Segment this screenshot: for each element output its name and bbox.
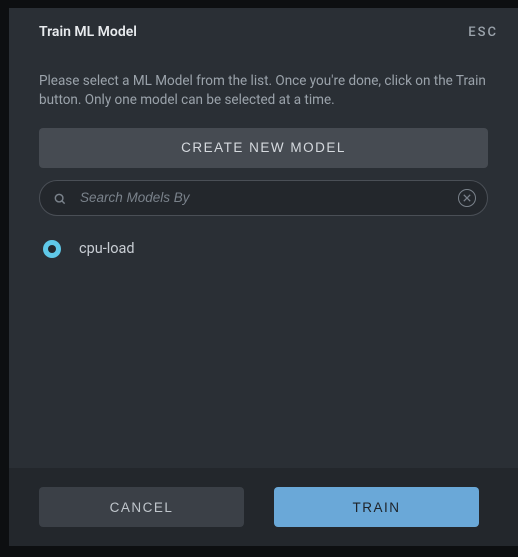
search-icon (53, 191, 67, 205)
esc-button[interactable]: ESC (468, 25, 498, 40)
model-label: cpu-load (79, 240, 135, 257)
model-item-cpu-load[interactable]: cpu-load (39, 236, 488, 262)
modal-body: Please select a ML Model from the list. … (9, 56, 518, 468)
clear-search-icon[interactable] (458, 189, 476, 207)
create-new-model-button[interactable]: CREATE NEW MODEL (39, 128, 488, 168)
cancel-button[interactable]: CANCEL (39, 487, 244, 527)
train-button[interactable]: TRAIN (274, 487, 479, 527)
modal-footer: CANCEL TRAIN (9, 468, 518, 546)
model-list: cpu-load (39, 236, 488, 458)
radio-selected-icon[interactable] (43, 240, 61, 258)
search-container (39, 180, 488, 216)
search-input[interactable] (39, 180, 488, 216)
modal-description: Please select a ML Model from the list. … (39, 72, 488, 110)
modal-title: Train ML Model (39, 24, 137, 40)
radio-inner-dot (48, 245, 56, 253)
train-model-modal: Train ML Model ESC Please select a ML Mo… (9, 8, 518, 546)
modal-header: Train ML Model ESC (9, 8, 518, 56)
